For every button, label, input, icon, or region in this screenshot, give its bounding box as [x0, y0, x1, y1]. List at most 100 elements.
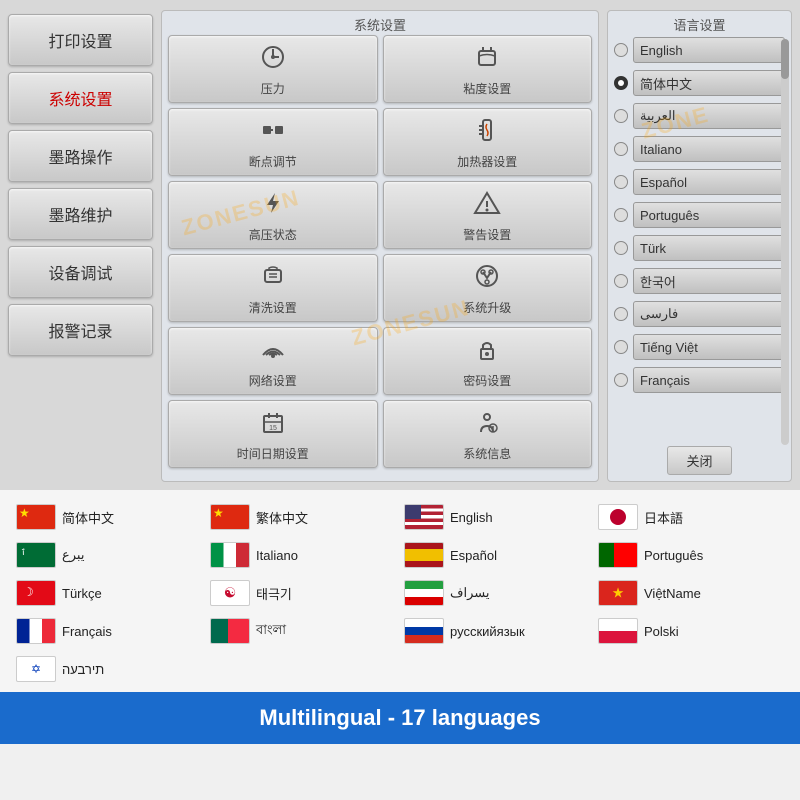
menu-item-datetime[interactable]: 15时间日期设置 — [168, 400, 378, 468]
menu-item-system-upgrade[interactable]: 系统升级 — [383, 254, 593, 322]
lang-btn-korean[interactable]: 한국어 — [633, 268, 785, 294]
lang-card-portuguese: Português — [596, 540, 786, 570]
radio-french[interactable] — [614, 373, 628, 387]
language-panel: 语言设置 English简体中文العربيةItalianoEspañolPo… — [607, 10, 792, 482]
lang-item-persian[interactable]: فارسی — [614, 299, 785, 329]
purge-icon — [259, 262, 287, 297]
viscosity-icon — [473, 43, 501, 78]
menu-item-purge[interactable]: 清洗设置 — [168, 254, 378, 322]
radio-portuguese[interactable] — [614, 208, 628, 222]
lang-item-spanish[interactable]: Español — [614, 167, 785, 197]
radio-english[interactable] — [614, 43, 628, 57]
center-panel-title: 系统设置 — [354, 15, 406, 34]
close-button[interactable]: 关闭 — [667, 446, 731, 475]
lang-item-english[interactable]: English — [614, 35, 785, 65]
lang-btn-turkish[interactable]: Türk — [633, 235, 785, 261]
lang-item-portuguese[interactable]: Português — [614, 200, 785, 230]
scrollbar[interactable] — [781, 39, 789, 445]
lang-btn-vietnamese[interactable]: Tiếng Việt — [633, 334, 785, 360]
left-sidebar: 打印设置系统设置墨路操作墨路维护设备调试报警记录 — [8, 10, 153, 482]
lang-btn-arabic[interactable]: العربية — [633, 103, 785, 129]
lang-card-persian: یسراف — [402, 578, 592, 608]
lang-btn-persian[interactable]: فارسی — [633, 301, 785, 327]
lang-btn-italian[interactable]: Italiano — [633, 136, 785, 162]
menu-item-heater[interactable]: 加热器设置 — [383, 108, 593, 176]
lang-item-vietnamese[interactable]: Tiếng Việt — [614, 332, 785, 362]
sidebar-btn-print-settings[interactable]: 打印设置 — [8, 14, 153, 66]
flag-spanish — [404, 542, 444, 568]
lang-btn-simplified-chinese[interactable]: 简体中文 — [633, 70, 785, 96]
menu-item-password[interactable]: 密码设置 — [383, 327, 593, 395]
menu-item-breakpoint[interactable]: 断点调节 — [168, 108, 378, 176]
flag-english — [404, 504, 444, 530]
lang-card-japanese: 日本語 — [596, 502, 786, 532]
sidebar-btn-system-settings[interactable]: 系统设置 — [8, 72, 153, 124]
menu-item-network[interactable]: 网络设置 — [168, 327, 378, 395]
breakpoint-icon — [259, 116, 287, 151]
radio-persian[interactable] — [614, 307, 628, 321]
menu-item-sysinfo[interactable]: 系统信息 — [383, 400, 593, 468]
flag-persian — [404, 580, 444, 606]
heater-label: 加热器设置 — [457, 153, 517, 170]
sidebar-btn-device-debug[interactable]: 设备调试 — [8, 246, 153, 298]
sidebar-btn-ink-operation[interactable]: 墨路操作 — [8, 130, 153, 182]
lang-btn-english[interactable]: English — [633, 37, 785, 63]
menu-item-pressure[interactable]: 压力 — [168, 35, 378, 103]
password-icon — [473, 335, 501, 370]
sidebar-btn-alarm-log[interactable]: 报警记录 — [8, 304, 153, 356]
menu-item-high-voltage[interactable]: 高压状态 — [168, 181, 378, 249]
flag-bengali — [210, 618, 250, 644]
flag-simplified-chinese — [16, 504, 56, 530]
lang-item-simplified-chinese[interactable]: 简体中文 — [614, 68, 785, 98]
datetime-icon: 15 — [259, 408, 287, 443]
scrollbar-thumb[interactable] — [781, 39, 789, 79]
flag-portuguese — [598, 542, 638, 568]
lang-item-korean[interactable]: 한국어 — [614, 266, 785, 296]
system-upgrade-label: 系统升级 — [463, 299, 511, 316]
lang-btn-french[interactable]: Français — [633, 367, 785, 393]
radio-arabic[interactable] — [614, 109, 628, 123]
lang-name-traditional-chinese: 繁体中文 — [256, 508, 308, 527]
viscosity-label: 粘度设置 — [463, 80, 511, 97]
lang-card-polish: Polski — [596, 616, 786, 646]
radio-korean[interactable] — [614, 274, 628, 288]
menu-item-alarm[interactable]: 警告设置 — [383, 181, 593, 249]
flag-vietnamese — [598, 580, 638, 606]
lang-name-polish: Polski — [644, 624, 679, 639]
lang-item-turkish[interactable]: Türk — [614, 233, 785, 263]
lang-card-bengali: বাংলা — [208, 616, 398, 646]
flag-arabic — [16, 542, 56, 568]
alarm-label: 警告设置 — [463, 226, 511, 243]
radio-vietnamese[interactable] — [614, 340, 628, 354]
language-list: English 简体中文 العربية Italiano Español Portugu… — [614, 35, 785, 440]
lang-item-french[interactable]: Français — [614, 365, 785, 395]
center-menu-grid: 压力粘度设置断点调节加热器设置高压状态警告设置清洗设置系统升级网络设置密码设置1… — [168, 35, 592, 468]
lang-btn-spanish[interactable]: Español — [633, 169, 785, 195]
lang-btn-portuguese[interactable]: Português — [633, 202, 785, 228]
lang-name-english: English — [450, 510, 493, 525]
bottom-banner: Multilingual - 17 languages — [0, 692, 800, 744]
bottom-banner-text: Multilingual - 17 languages — [259, 705, 540, 731]
svg-text:15: 15 — [269, 425, 277, 432]
flag-french — [16, 618, 56, 644]
lang-name-japanese: 日本語 — [644, 508, 683, 527]
high-voltage-icon — [259, 189, 287, 224]
purge-label: 清洗设置 — [249, 299, 297, 316]
pressure-icon — [259, 43, 287, 78]
radio-turkish[interactable] — [614, 241, 628, 255]
lang-name-portuguese: Português — [644, 548, 703, 563]
lang-item-arabic[interactable]: العربية — [614, 101, 785, 131]
sidebar-btn-ink-maintenance[interactable]: 墨路维护 — [8, 188, 153, 240]
center-panel: 系统设置 压力粘度设置断点调节加热器设置高压状态警告设置清洗设置 系统升级网络设置… — [161, 10, 599, 482]
lang-card-simplified-chinese: 简体中文 — [14, 502, 204, 532]
lang-name-turkish: Türkçe — [62, 586, 102, 601]
lang-card-french: Français — [14, 616, 204, 646]
radio-spanish[interactable] — [614, 175, 628, 189]
lang-item-italian[interactable]: Italiano — [614, 134, 785, 164]
lang-card-english: English — [402, 502, 592, 532]
radio-italian[interactable] — [614, 142, 628, 156]
lang-name-hebrew: תירבעה — [62, 662, 104, 677]
lang-card-korean: 태극기 — [208, 578, 398, 608]
menu-item-viscosity[interactable]: 粘度设置 — [383, 35, 593, 103]
radio-simplified-chinese[interactable] — [614, 76, 628, 90]
